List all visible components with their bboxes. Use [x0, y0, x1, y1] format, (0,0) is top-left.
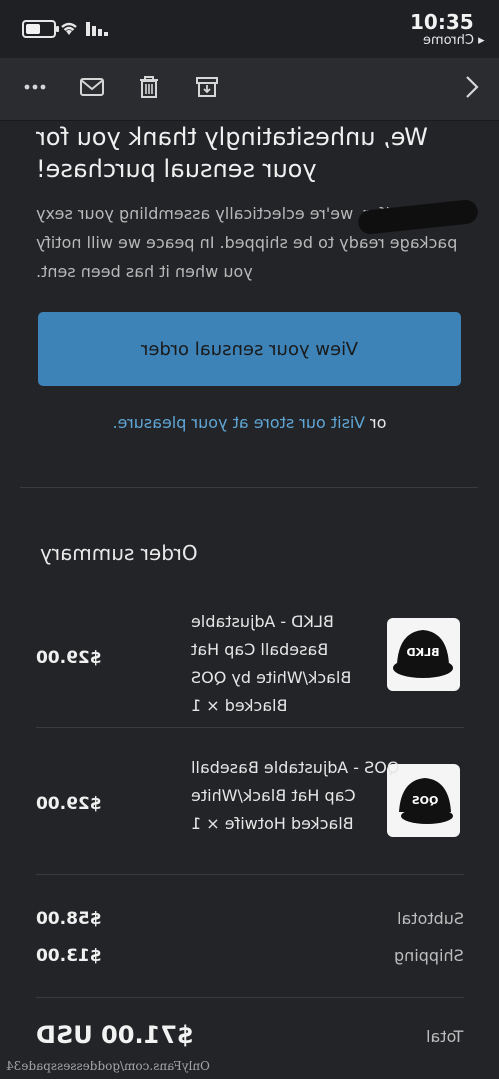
- chevron-right-icon[interactable]: [457, 72, 487, 102]
- status-bar: 10:35 ◂ Chrome: [0, 0, 499, 58]
- total-value: $71.00 USD: [36, 1021, 194, 1049]
- signal-icon: [86, 22, 108, 36]
- email-body: We, unhesitatingly thank you for your se…: [0, 121, 499, 1079]
- total-label: Total: [425, 1027, 463, 1046]
- subtotal-value: $58.00: [36, 909, 102, 929]
- store-link-line: or Visit our store at your pleasure.: [38, 413, 461, 432]
- or-text: or: [370, 413, 387, 432]
- order-summary-title: Order summary: [40, 541, 198, 565]
- visit-store-link[interactable]: Visit our store at your pleasure.: [113, 413, 365, 432]
- item-price: $29.00: [36, 648, 102, 668]
- watermark: OnlyFans.com/goddessesspade34: [6, 1059, 210, 1073]
- more-icon[interactable]: [20, 72, 50, 102]
- order-item: BLKD BLKD - Adjustable Baseball Cap Hat …: [36, 612, 464, 748]
- view-order-label: View your sensual order: [140, 338, 359, 360]
- cap-logo-text: BLKD: [406, 646, 439, 659]
- shipping-label: Shipping: [394, 946, 464, 965]
- archive-icon[interactable]: [192, 72, 222, 102]
- trash-icon[interactable]: [134, 72, 164, 102]
- shipping-value: $13.00: [36, 946, 102, 966]
- item-divider: [36, 727, 464, 728]
- view-order-button[interactable]: View your sensual order: [38, 312, 461, 386]
- cap-logo-text: QOS: [412, 794, 439, 807]
- subtotal-label: Subtotal: [396, 909, 464, 928]
- mail-icon[interactable]: [77, 72, 107, 102]
- item-name: BLKD - Adjustable Baseball Cap Hat Black…: [191, 612, 352, 715]
- back-to-app-link[interactable]: ◂ Chrome: [423, 33, 485, 48]
- wifi-icon: [61, 22, 77, 35]
- battery-icon: [22, 20, 59, 38]
- mail-toolbar: [0, 58, 499, 121]
- status-time: 10:35: [410, 10, 474, 34]
- totals-divider: [36, 874, 464, 875]
- section-divider: [20, 487, 478, 488]
- item-name: QOS - Adjustable Baseball Cap Hat Black/…: [191, 758, 400, 833]
- thank-you-heading: We, unhesitatingly thank you for your se…: [36, 123, 428, 183]
- total-divider: [36, 997, 464, 998]
- item-price: $29.00: [36, 794, 102, 814]
